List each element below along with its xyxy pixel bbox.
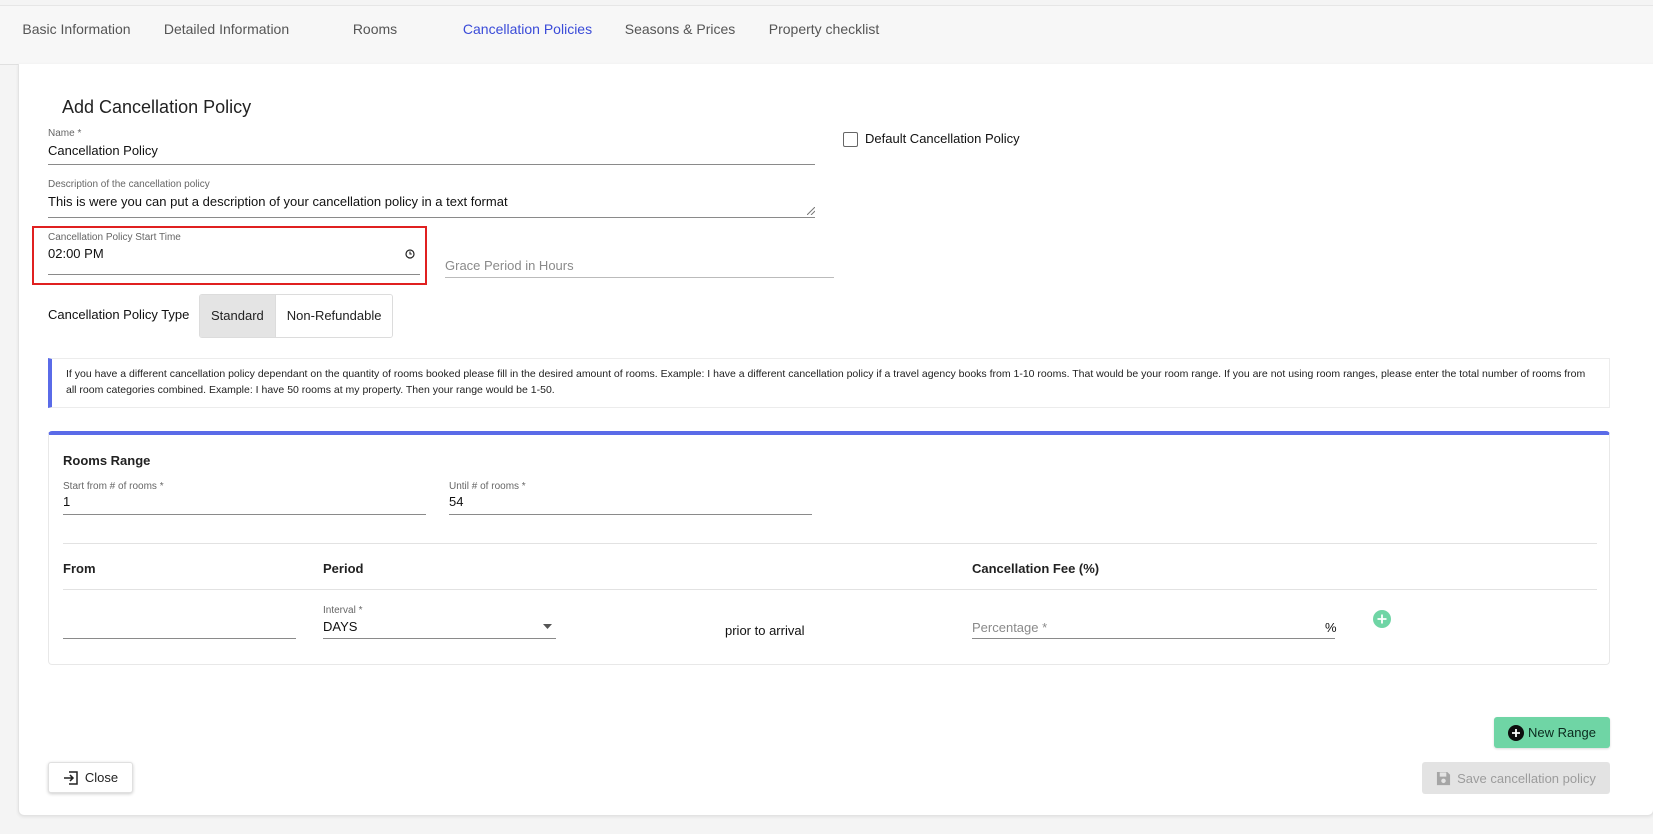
policy-type-standard[interactable]: Standard [200, 295, 275, 337]
form-title: Add Cancellation Policy [62, 97, 252, 117]
table-top-divider [63, 543, 1597, 544]
interval-value: DAYS [323, 619, 358, 634]
until-rooms-value: 54 [449, 494, 464, 509]
new-range-button[interactable]: New Range [1494, 717, 1610, 748]
start-rooms-value: 1 [63, 494, 71, 509]
start-rooms-field[interactable]: Start from # of rooms * 1 [63, 481, 426, 515]
start-time-field[interactable]: Cancellation Policy Start Time 02:00 PM [48, 232, 420, 276]
grace-period-field[interactable]: Grace Period in Hours [445, 254, 834, 280]
description-label: Description of the cancellation policy [48, 179, 210, 190]
prior-to-arrival-text: prior to arrival [725, 623, 805, 638]
name-value: Cancellation Policy [48, 143, 158, 158]
add-row-icon[interactable] [1373, 610, 1391, 628]
start-time-label: Cancellation Policy Start Time [48, 232, 181, 243]
policy-type-toggle: Standard Non-Refundable [199, 294, 394, 338]
interval-underline [323, 638, 556, 639]
until-rooms-field[interactable]: Until # of rooms * 54 [449, 481, 812, 515]
tab-rooms[interactable]: Rooms [335, 6, 415, 66]
description-value: This is were you can put a description o… [48, 194, 508, 209]
start-time-value: 02:00 PM [48, 246, 104, 261]
description-underline [48, 217, 815, 218]
interval-select[interactable]: Interval * DAYS [323, 605, 556, 639]
percent-sign: % [1325, 620, 1337, 635]
until-rooms-underline [449, 514, 812, 515]
column-cancellation-fee: Cancellation Fee (%) [972, 561, 1100, 576]
percentage-underline [972, 638, 1335, 639]
cancellation-policy-card: Add Cancellation Policy Name * Cancellat… [18, 64, 1653, 816]
rooms-range-title: Rooms Range [63, 453, 151, 468]
from-underline [63, 638, 296, 639]
clock-icon[interactable] [405, 249, 415, 259]
plus-circle-icon [1508, 724, 1525, 741]
default-policy-label: Default Cancellation Policy [865, 131, 1020, 146]
name-label: Name * [48, 128, 82, 139]
until-rooms-label: Until # of rooms * [449, 481, 526, 492]
name-underline [48, 164, 815, 165]
policy-type-label: Cancellation Policy Type [48, 307, 190, 322]
table-header-divider [63, 589, 1597, 590]
save-label: Save cancellation policy [1457, 770, 1596, 786]
start-time-underline [48, 274, 420, 275]
save-icon [1437, 771, 1451, 785]
description-field[interactable]: Description of the cancellation policy T… [48, 179, 834, 219]
interval-label: Interval * [323, 605, 363, 616]
column-period: Period [323, 561, 364, 576]
exit-icon [63, 770, 78, 785]
start-rooms-label: Start from # of rooms * [63, 481, 164, 492]
chevron-down-icon[interactable] [543, 624, 552, 629]
percentage-placeholder: Percentage * [972, 620, 1048, 635]
resize-handle-icon[interactable] [807, 207, 815, 215]
grace-period-underline [445, 277, 834, 278]
name-field[interactable]: Name * Cancellation Policy [48, 128, 834, 166]
tab-seasons-prices[interactable]: Seasons & Prices [620, 6, 740, 66]
tab-property-checklist[interactable]: Property checklist [764, 6, 884, 66]
close-label: Close [84, 770, 119, 785]
percentage-input[interactable]: Percentage * % [972, 615, 1337, 639]
from-input[interactable] [63, 607, 296, 639]
grace-period-placeholder: Grace Period in Hours [445, 258, 574, 273]
column-from: From [63, 561, 96, 576]
tab-bar: Basic Information Detailed Information R… [0, 5, 1653, 66]
tab-basic-information[interactable]: Basic Information [18, 6, 135, 66]
close-button[interactable]: Close [48, 762, 133, 793]
new-range-label: New Range [1528, 725, 1596, 740]
tab-detailed-information[interactable]: Detailed Information [155, 6, 298, 66]
default-policy-checkbox[interactable] [843, 132, 858, 147]
rooms-range-panel: Rooms Range Start from # of rooms * 1 Un… [48, 431, 1610, 665]
tab-cancellation-policies[interactable]: Cancellation Policies [448, 6, 607, 66]
room-range-info: If you have a different cancellation pol… [48, 358, 1610, 408]
save-policy-button[interactable]: Save cancellation policy [1422, 762, 1610, 794]
policy-type-non-refundable[interactable]: Non-Refundable [274, 295, 393, 337]
start-rooms-underline [63, 514, 426, 515]
